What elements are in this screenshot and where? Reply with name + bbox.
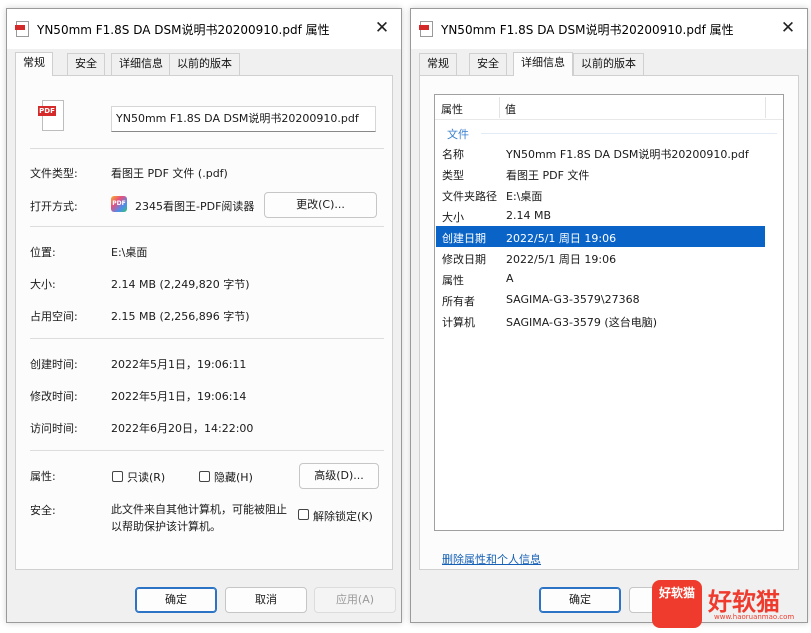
- list-item[interactable]: 计算机 SAGIMA-G3-3579 (这台电脑): [436, 310, 765, 331]
- cancel-button[interactable]: 取消: [225, 587, 307, 613]
- tab-strip: 常规 安全 详细信息 以前的版本: [15, 52, 393, 76]
- watermark-brand: 好软猫: [708, 588, 780, 616]
- pdf-reader-app-icon: PDF: [111, 196, 127, 212]
- divider: [30, 148, 384, 149]
- file-type-label: 文件类型:: [30, 167, 78, 180]
- modified-value: 2022年5月1日，19:06:14: [111, 390, 247, 403]
- accessed-label: 访问时间:: [30, 422, 78, 435]
- list-item[interactable]: 类型 看图王 PDF 文件: [436, 163, 765, 184]
- tab-security[interactable]: 安全: [67, 53, 105, 75]
- modified-label: 修改时间:: [30, 390, 78, 403]
- pdf-file-icon: PDF: [38, 100, 66, 132]
- size-label: 大小:: [30, 278, 56, 291]
- size-on-disk-value: 2.15 MB (2,256,896 字节): [111, 310, 250, 323]
- list-item[interactable]: 名称 YN50mm F1.8S DA DSM说明书20200910.pdf: [436, 142, 765, 163]
- divider: [30, 226, 384, 227]
- change-button[interactable]: 更改(C)...: [264, 192, 377, 218]
- properties-window-general: YN50mm F1.8S DA DSM说明书20200910.pdf 属性 ✕ …: [6, 8, 402, 623]
- size-on-disk-label: 占用空间:: [30, 310, 78, 323]
- advanced-button[interactable]: 高级(D)...: [299, 463, 379, 489]
- list-item[interactable]: 属性 A: [436, 268, 765, 289]
- column-header-value[interactable]: 值: [505, 101, 516, 117]
- security-label: 安全:: [30, 504, 56, 517]
- details-panel: 属性 值 文件 名称 YN50mm F1.8S DA DSM说明书20200910…: [419, 75, 799, 570]
- tab-general[interactable]: 常规: [15, 52, 53, 76]
- hidden-checkbox[interactable]: [199, 471, 210, 482]
- tab-general[interactable]: 常规: [419, 53, 457, 75]
- attributes-label: 属性:: [30, 470, 56, 483]
- list-item[interactable]: 文件夹路径 E:\桌面: [436, 184, 765, 205]
- column-header-property[interactable]: 属性: [441, 101, 463, 117]
- window-title: YN50mm F1.8S DA DSM说明书20200910.pdf 属性: [37, 23, 330, 37]
- close-icon[interactable]: ✕: [371, 17, 393, 39]
- list-header: 属性 值: [435, 95, 783, 120]
- created-label: 创建时间:: [30, 358, 78, 371]
- unblock-checkbox[interactable]: [298, 509, 309, 520]
- watermark-badge: 好软猫: [652, 580, 702, 628]
- properties-window-details: YN50mm F1.8S DA DSM说明书20200910.pdf 属性 ✕ …: [410, 8, 808, 623]
- hidden-label: 隐藏(H): [214, 471, 253, 484]
- tab-strip: 常规 安全 详细信息 以前的版本: [419, 52, 799, 76]
- security-text-line-1: 此文件来自其他计算机，可能被阻止: [111, 503, 287, 516]
- general-panel: PDF YN50mm F1.8S DA DSM说明书20200910.pdf 文…: [15, 75, 393, 570]
- group-header-file: 文件: [447, 128, 469, 141]
- tab-details[interactable]: 详细信息: [111, 53, 171, 75]
- created-value: 2022年5月1日，19:06:11: [111, 358, 247, 371]
- apply-button[interactable]: 应用(A): [314, 587, 396, 613]
- ok-button[interactable]: 确定: [539, 587, 621, 613]
- location-value: E:\桌面: [111, 246, 148, 259]
- remove-properties-link[interactable]: 删除属性和个人信息: [442, 551, 541, 567]
- window-title: YN50mm F1.8S DA DSM说明书20200910.pdf 属性: [441, 23, 734, 37]
- divider: [30, 338, 384, 339]
- readonly-checkbox[interactable]: [112, 471, 123, 482]
- readonly-label: 只读(R): [127, 471, 166, 484]
- ok-button[interactable]: 确定: [135, 587, 217, 613]
- security-text-line-2: 以帮助保护该计算机。: [111, 520, 221, 533]
- size-value: 2.14 MB (2,249,820 字节): [111, 278, 250, 291]
- tab-details[interactable]: 详细信息: [513, 52, 573, 76]
- tab-previous-versions[interactable]: 以前的版本: [573, 53, 644, 75]
- list-item[interactable]: 大小 2.14 MB: [436, 205, 765, 226]
- watermark-logo: 好软猫 好软猫 www.haoruanmao.com: [652, 580, 802, 628]
- close-icon[interactable]: ✕: [777, 17, 799, 39]
- title-bar[interactable]: YN50mm F1.8S DA DSM说明书20200910.pdf 属性 ✕: [411, 9, 807, 49]
- pdf-file-icon: [15, 21, 29, 37]
- list-item[interactable]: 所有者 SAGIMA-G3-3579\27368: [436, 289, 765, 310]
- pdf-file-icon: [419, 21, 433, 37]
- list-item[interactable]: 修改日期 2022/5/1 周日 19:06: [436, 247, 765, 268]
- location-label: 位置:: [30, 246, 56, 259]
- details-list[interactable]: 属性 值 文件 名称 YN50mm F1.8S DA DSM说明书20200910…: [434, 94, 784, 531]
- watermark-url: www.haoruanmao.com: [714, 613, 795, 621]
- divider: [30, 450, 384, 451]
- open-with-label: 打开方式:: [30, 200, 78, 213]
- file-name-field[interactable]: YN50mm F1.8S DA DSM说明书20200910.pdf: [111, 106, 376, 132]
- open-with-value: 2345看图王-PDF阅读器: [135, 200, 255, 213]
- file-type-value: 看图王 PDF 文件 (.pdf): [111, 167, 228, 180]
- unblock-label: 解除锁定(K): [313, 510, 373, 523]
- tab-security[interactable]: 安全: [469, 53, 507, 75]
- list-item-selected[interactable]: 创建日期 2022/5/1 周日 19:06: [436, 226, 765, 247]
- accessed-value: 2022年6月20日，14:22:00: [111, 422, 254, 435]
- title-bar[interactable]: YN50mm F1.8S DA DSM说明书20200910.pdf 属性 ✕: [7, 9, 401, 49]
- tab-previous-versions[interactable]: 以前的版本: [169, 53, 240, 75]
